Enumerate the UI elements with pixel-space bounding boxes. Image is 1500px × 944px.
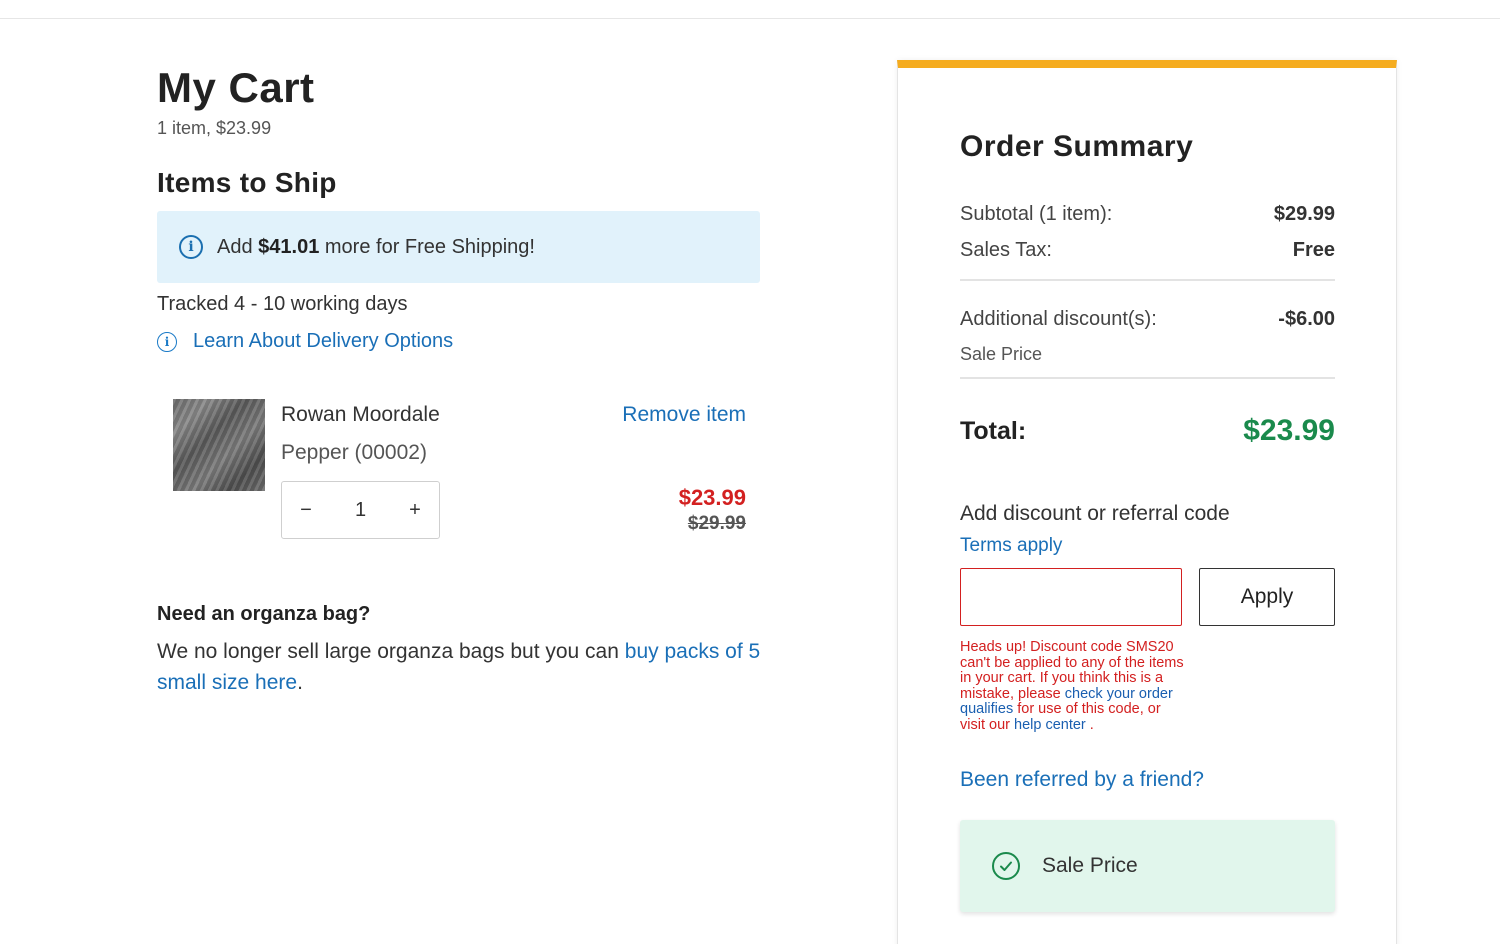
sale-price: $23.99	[678, 485, 746, 510]
discount-code-label: Add discount or referral code	[960, 502, 1230, 525]
terms-apply-link[interactable]: Terms apply	[960, 535, 1062, 557]
cart-item-count: 1 item, $23.99	[157, 118, 272, 138]
quantity-value[interactable]: 1	[355, 499, 366, 522]
summary-divider	[960, 279, 1335, 281]
discount-error-message: Heads up! Discount code SMS20 can't be a…	[960, 639, 1185, 733]
delivery-options-row: i Learn About Delivery Options	[157, 330, 761, 353]
help-center-link[interactable]: help center	[1014, 717, 1086, 733]
delivery-estimate: Tracked 4 - 10 working days	[157, 293, 408, 315]
items-to-ship-heading: Items to Ship	[157, 167, 337, 198]
subtotal-value: $29.99	[1273, 203, 1335, 225]
organza-notice: Need an organza bag? We no longer sell l…	[157, 603, 761, 698]
learn-delivery-options-link[interactable]: Learn About Delivery Options	[193, 330, 453, 353]
original-price: $29.99	[687, 513, 746, 534]
subtotal-label: Subtotal (1 item):	[960, 203, 1113, 225]
summary-divider	[960, 377, 1335, 379]
product-name[interactable]: Rowan Moordale	[281, 403, 440, 427]
organza-body: We no longer sell large organza bags but…	[157, 640, 619, 663]
free-shipping-amount: $41.01	[258, 235, 320, 258]
discount-label: Additional discount(s):	[960, 308, 1157, 330]
total-label: Total:	[960, 416, 1027, 445]
header-divider	[0, 18, 1500, 19]
cart-column: My Cart 1 item, $23.99 Items to Ship i A…	[157, 60, 761, 698]
free-shipping-banner: i Add $41.01 more for Free Shipping!	[157, 211, 760, 283]
discount-row: Additional discount(s): -$6.00	[960, 308, 1335, 331]
subtotal-row: Subtotal (1 item): $29.99	[960, 203, 1335, 226]
product-variant: Pepper (00002)	[281, 441, 427, 464]
organza-title: Need an organza bag?	[157, 603, 371, 625]
increase-quantity-button[interactable]: +	[407, 499, 423, 522]
info-icon: i	[179, 235, 203, 259]
free-shipping-prefix: Add	[217, 235, 253, 258]
quantity-stepper: − 1 +	[281, 481, 440, 539]
page-title: My Cart	[157, 64, 315, 111]
organza-end: .	[297, 671, 303, 694]
discount-value: -$6.00	[1278, 308, 1335, 330]
product-thumbnail[interactable]	[173, 399, 265, 491]
apply-code-button[interactable]: Apply	[1199, 568, 1335, 626]
total-value: $23.99	[1243, 414, 1335, 447]
applied-promo-card: Sale Price	[960, 820, 1335, 912]
discount-code-input[interactable]	[960, 568, 1182, 626]
info-icon: i	[157, 331, 177, 352]
order-summary-panel: Order Summary Subtotal (1 item): $29.99 …	[897, 60, 1397, 944]
sales-tax-label: Sales Tax:	[960, 239, 1052, 261]
order-summary-title: Order Summary	[960, 130, 1194, 163]
remove-item-button[interactable]: Remove item	[622, 403, 746, 427]
sales-tax-row: Sales Tax: Free	[960, 239, 1335, 262]
sales-tax-value: Free	[1292, 239, 1335, 261]
free-shipping-suffix: more for Free Shipping!	[324, 235, 535, 258]
discount-source: Sale Price	[960, 344, 1043, 364]
error-end: .	[1089, 716, 1094, 733]
organza-text: We no longer sell large organza bags but…	[157, 636, 761, 698]
check-circle-icon	[992, 852, 1020, 880]
decrease-quantity-button[interactable]: −	[298, 499, 314, 522]
total-row: Total: $23.99	[960, 414, 1335, 448]
cart-line-item: Rowan Moordale Pepper (00002) Remove ite…	[157, 399, 761, 559]
referred-by-friend-link[interactable]: Been referred by a friend?	[960, 768, 1204, 792]
applied-promo-label: Sale Price	[1042, 854, 1138, 877]
